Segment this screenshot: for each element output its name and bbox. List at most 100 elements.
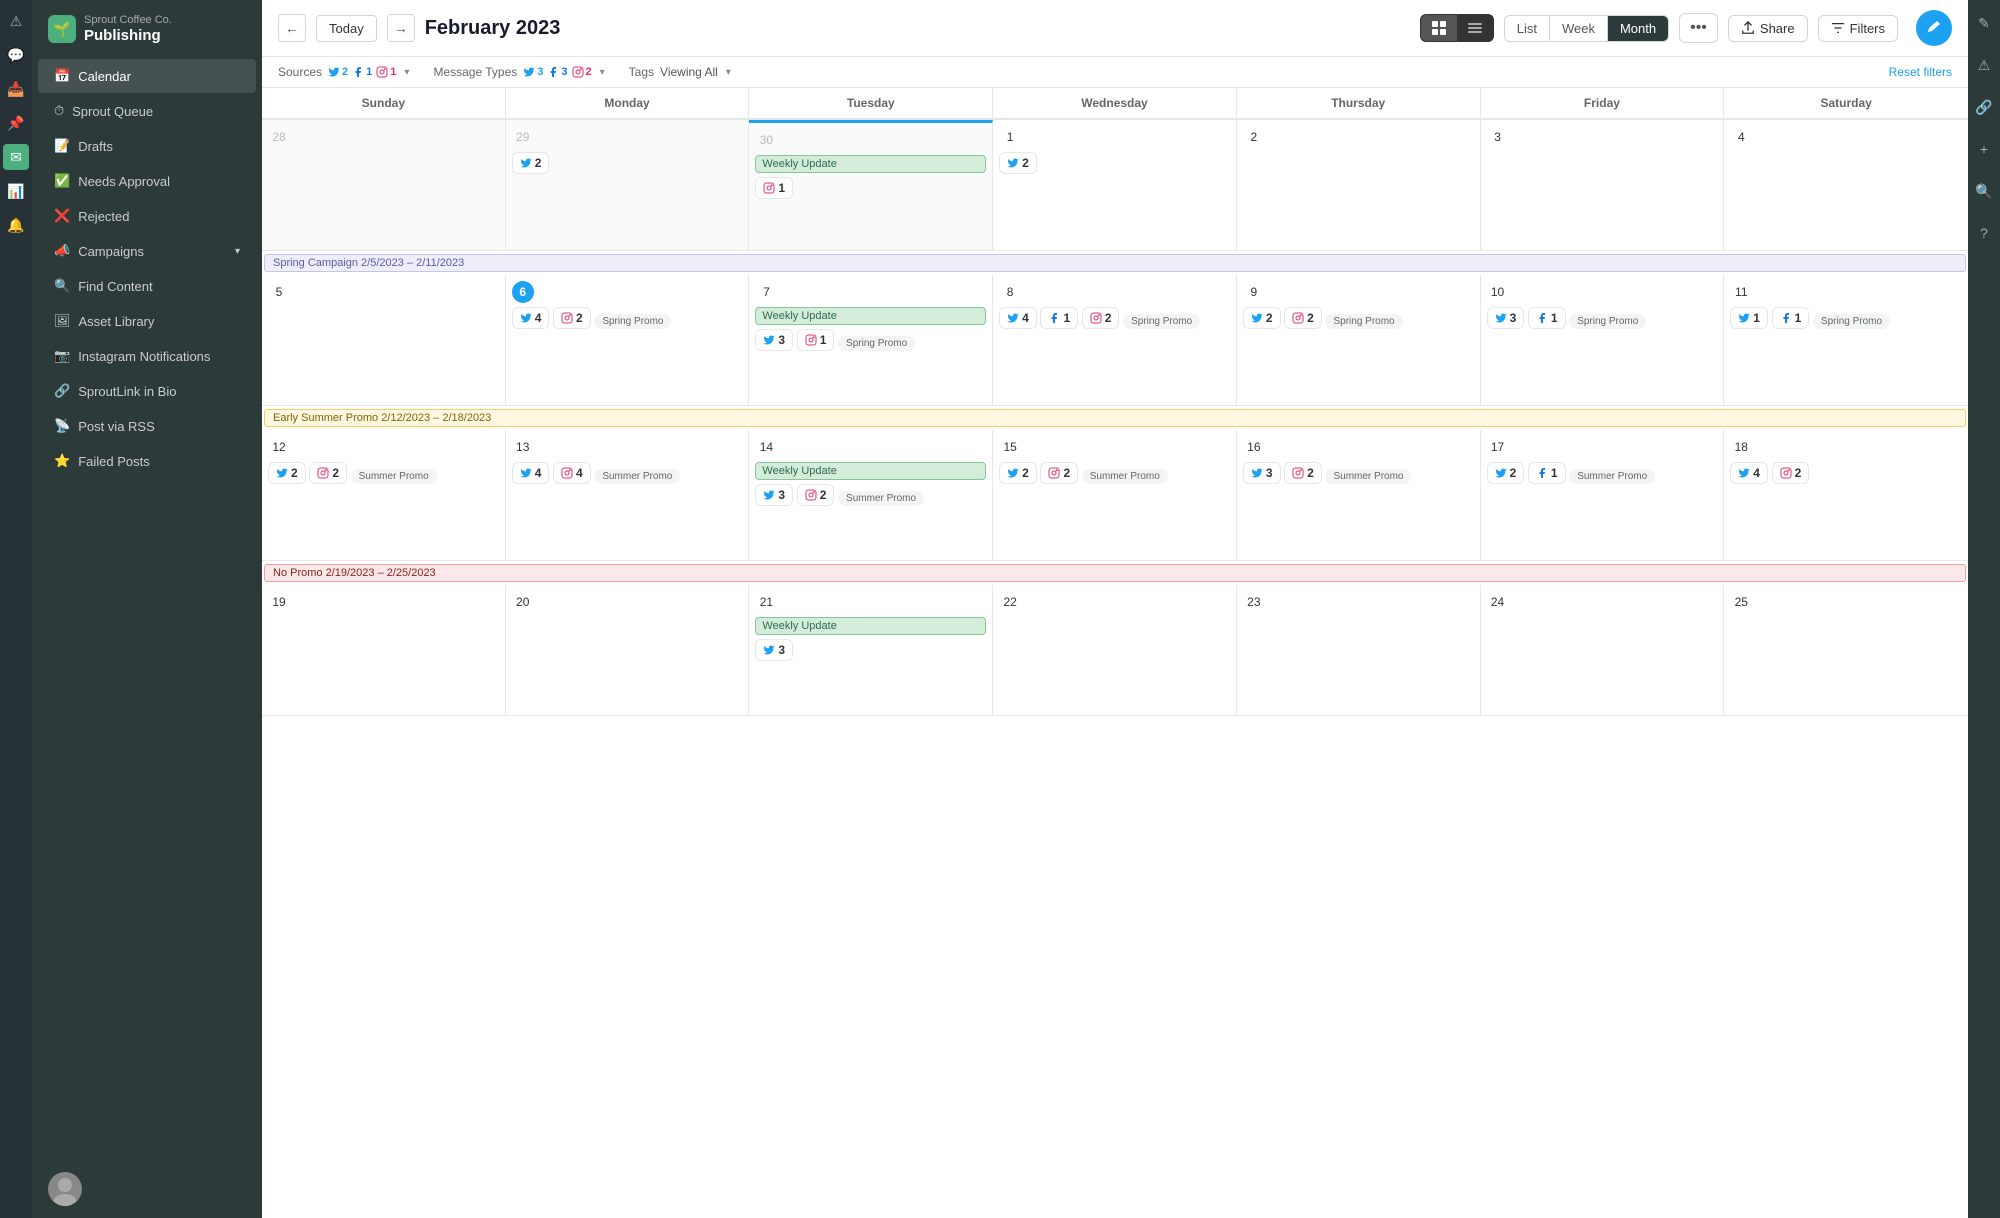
- weekly-update-event[interactable]: Weekly Update: [755, 617, 986, 635]
- day-cell[interactable]: 24: [1481, 585, 1725, 715]
- sidebar-item-find-content[interactable]: 🔍 Find Content: [38, 269, 256, 303]
- post-chip[interactable]: 3: [755, 639, 793, 661]
- post-chip[interactable]: 3: [755, 484, 793, 506]
- day-cell[interactable]: 23: [1237, 585, 1481, 715]
- post-chip[interactable]: 3: [1487, 307, 1525, 329]
- day-cell[interactable]: 15 2 2 Summer Promo: [993, 430, 1237, 560]
- analytics-icon[interactable]: 📊: [3, 178, 29, 204]
- list-view-button[interactable]: [1457, 15, 1493, 41]
- post-chip[interactable]: 4: [999, 307, 1037, 329]
- post-chip[interactable]: 2: [1243, 307, 1281, 329]
- day-cell[interactable]: 13 4 4 Summer Promo: [506, 430, 750, 560]
- more-button[interactable]: •••: [1679, 13, 1718, 43]
- day-cell[interactable]: 17 2 1 Summer Promo: [1481, 430, 1725, 560]
- link-right-icon[interactable]: 🔗: [1971, 94, 1997, 120]
- post-chip[interactable]: 2: [1284, 462, 1322, 484]
- post-chip[interactable]: 2: [268, 462, 306, 484]
- sidebar-item-rejected[interactable]: ❌ Rejected: [38, 199, 256, 233]
- day-cell[interactable]: 2: [1237, 120, 1481, 250]
- day-cell[interactable]: 29 2: [506, 120, 750, 250]
- month-button[interactable]: Month: [1608, 16, 1668, 41]
- reset-filters-button[interactable]: Reset filters: [1889, 65, 1952, 79]
- day-cell[interactable]: 21 Weekly Update 3: [749, 585, 993, 715]
- weekly-update-event[interactable]: Weekly Update: [755, 462, 986, 480]
- post-chip[interactable]: 2: [1040, 462, 1078, 484]
- day-cell[interactable]: 22: [993, 585, 1237, 715]
- day-cell[interactable]: 8 4 1 2 Spring Promo: [993, 275, 1237, 405]
- day-cell[interactable]: 28: [262, 120, 506, 250]
- day-cell[interactable]: 6 4 2 Spring Promo: [506, 275, 750, 405]
- add-right-button[interactable]: +: [1971, 136, 1997, 162]
- sidebar-item-campaigns[interactable]: 📣 Campaigns ▾: [38, 234, 256, 268]
- sources-filter[interactable]: Sources 2 1 1 ▾: [278, 65, 409, 79]
- sidebar-item-drafts[interactable]: 📝 Drafts: [38, 129, 256, 163]
- day-cell[interactable]: 7 Weekly Update 3 1 Spring Promo: [749, 275, 993, 405]
- day-cell[interactable]: 4: [1724, 120, 1968, 250]
- day-cell[interactable]: 18 4 2: [1724, 430, 1968, 560]
- post-chip[interactable]: 1: [1730, 307, 1768, 329]
- chat-icon[interactable]: 💬: [3, 42, 29, 68]
- sidebar-item-asset-library[interactable]: 🖼 Asset Library: [38, 304, 256, 338]
- post-chip[interactable]: 1: [1528, 307, 1566, 329]
- day-cell[interactable]: 5: [262, 275, 506, 405]
- post-chip[interactable]: 2: [553, 307, 591, 329]
- post-chip[interactable]: 4: [1730, 462, 1768, 484]
- sidebar-item-needs-approval[interactable]: ✅ Needs Approval: [38, 164, 256, 198]
- listen-icon[interactable]: 🔔: [3, 212, 29, 238]
- sidebar-item-instagram-notifications[interactable]: 📷 Instagram Notifications: [38, 339, 256, 373]
- day-cell[interactable]: 10 3 1 Spring Promo: [1481, 275, 1725, 405]
- share-button[interactable]: Share: [1728, 15, 1808, 42]
- day-cell[interactable]: 9 2 2 Spring Promo: [1237, 275, 1481, 405]
- post-chip[interactable]: 3: [755, 329, 793, 351]
- compose-button[interactable]: [1916, 10, 1952, 46]
- day-cell[interactable]: 20: [506, 585, 750, 715]
- prev-button[interactable]: ←: [278, 14, 306, 42]
- post-chip[interactable]: 2: [1284, 307, 1322, 329]
- sidebar-item-calendar[interactable]: 📅 Calendar: [38, 59, 256, 93]
- post-chip[interactable]: 4: [512, 462, 550, 484]
- post-chip[interactable]: 2: [512, 152, 550, 174]
- day-cell[interactable]: 25: [1724, 585, 1968, 715]
- message-types-filter[interactable]: Message Types 3 3 2 ▾: [433, 65, 604, 79]
- day-cell[interactable]: 16 3 2 Summer Promo: [1237, 430, 1481, 560]
- day-cell[interactable]: 3: [1481, 120, 1725, 250]
- post-chip[interactable]: 1: [1528, 462, 1566, 484]
- post-chip[interactable]: 1: [755, 177, 793, 199]
- post-chip[interactable]: 2: [999, 462, 1037, 484]
- inbox-icon[interactable]: 📥: [3, 76, 29, 102]
- alert-icon[interactable]: ⚠: [3, 8, 29, 34]
- week-button[interactable]: Week: [1550, 16, 1608, 41]
- day-cell[interactable]: 19: [262, 585, 506, 715]
- day-cell[interactable]: 1 2: [993, 120, 1237, 250]
- day-cell[interactable]: 12 2 2 Summer Promo: [262, 430, 506, 560]
- pin-icon[interactable]: 📌: [3, 110, 29, 136]
- next-button[interactable]: →: [387, 14, 415, 42]
- post-chip[interactable]: 2: [797, 484, 835, 506]
- alert-right-icon[interactable]: ⚠: [1971, 52, 1997, 78]
- post-chip[interactable]: 1: [1040, 307, 1078, 329]
- search-right-button[interactable]: 🔍: [1971, 178, 1997, 204]
- list-button[interactable]: List: [1505, 16, 1550, 41]
- post-chip[interactable]: 2: [999, 152, 1037, 174]
- post-chip[interactable]: 2: [309, 462, 347, 484]
- tags-filter[interactable]: Tags Viewing All ▾: [629, 65, 731, 79]
- filters-button[interactable]: Filters: [1818, 15, 1898, 42]
- post-chip[interactable]: 2: [1487, 462, 1525, 484]
- today-button[interactable]: Today: [316, 15, 377, 42]
- weekly-update-event[interactable]: Weekly Update: [755, 155, 986, 173]
- post-chip[interactable]: 2: [1082, 307, 1120, 329]
- grid-view-button[interactable]: [1421, 15, 1457, 41]
- sidebar-item-post-via-rss[interactable]: 📡 Post via RSS: [38, 409, 256, 443]
- post-chip[interactable]: 1: [1772, 307, 1810, 329]
- weekly-update-event[interactable]: Weekly Update: [755, 307, 986, 325]
- day-cell[interactable]: 30 Weekly Update 1: [749, 120, 993, 250]
- day-cell[interactable]: 14 Weekly Update 3 2 Summer Promo: [749, 430, 993, 560]
- user-avatar[interactable]: [48, 1172, 246, 1206]
- compose-right-button[interactable]: ✎: [1971, 10, 1997, 36]
- help-right-button[interactable]: ?: [1971, 220, 1997, 246]
- publish-icon[interactable]: ✉: [3, 144, 29, 170]
- post-chip[interactable]: 4: [553, 462, 591, 484]
- day-cell[interactable]: 11 1 1 Spring Promo: [1724, 275, 1968, 405]
- post-chip[interactable]: 4: [512, 307, 550, 329]
- sidebar-item-sprout-queue[interactable]: ⏱ Sprout Queue: [38, 94, 256, 128]
